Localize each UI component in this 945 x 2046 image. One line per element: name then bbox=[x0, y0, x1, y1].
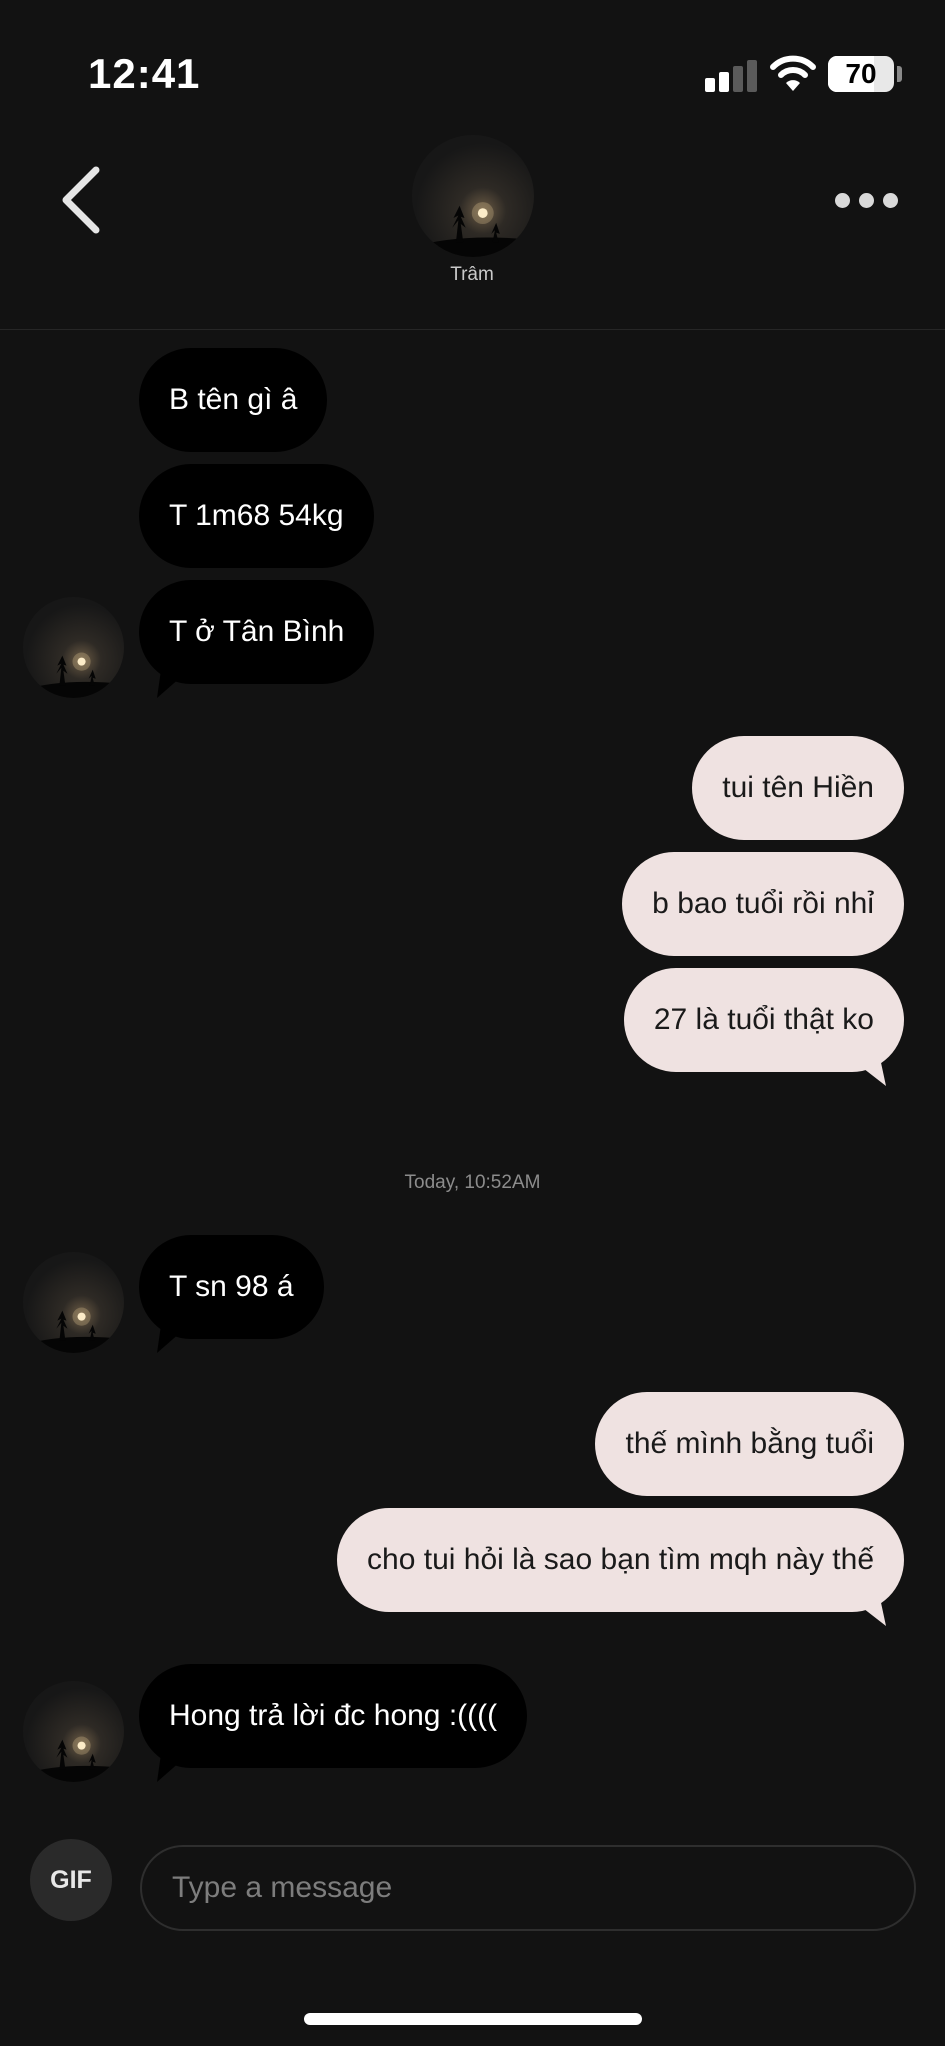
more-dot bbox=[883, 193, 898, 208]
avatar-image bbox=[23, 1252, 124, 1353]
home-indicator[interactable] bbox=[304, 2013, 642, 2025]
bubble-tail bbox=[157, 670, 189, 698]
status-time: 12:41 bbox=[88, 50, 201, 97]
bubble-tail bbox=[850, 1598, 886, 1626]
bubble-tail bbox=[157, 1754, 189, 1782]
bubble-tail bbox=[850, 1058, 886, 1086]
battery-cap bbox=[897, 66, 902, 82]
battery-percent: 70 bbox=[845, 58, 877, 89]
timestamp-divider: Today, 10:52AM bbox=[404, 1172, 541, 1193]
message-bubble-outgoing[interactable]: b bao tuổi rồi nhỉ bbox=[622, 852, 904, 956]
message-bubble-incoming[interactable]: T sn 98 á bbox=[139, 1235, 324, 1339]
wifi-icon bbox=[770, 55, 816, 91]
message-bubble-outgoing[interactable]: 27 là tuổi thật ko bbox=[623, 968, 904, 1072]
message-bubble-incoming[interactable]: B tên gì â bbox=[139, 348, 328, 452]
message-bubble-outgoing[interactable]: cho tui hỏi là sao bạn tìm mqh này thế bbox=[337, 1508, 904, 1612]
avatar-image bbox=[23, 1681, 124, 1782]
chat-header: Trâm bbox=[0, 130, 945, 330]
more-options-button[interactable] bbox=[830, 185, 900, 215]
chevron-left-icon bbox=[62, 166, 100, 234]
contact-avatar-small[interactable] bbox=[23, 1252, 124, 1353]
more-horizontal-icon bbox=[835, 193, 850, 208]
signal-icon bbox=[705, 60, 757, 92]
message-bubble-incoming[interactable]: T ở Tân Bình bbox=[139, 580, 375, 684]
avatar-image bbox=[412, 135, 534, 257]
bubble-tail bbox=[157, 1325, 189, 1353]
message-bubble-incoming[interactable]: T 1m68 54kg bbox=[139, 464, 374, 568]
message-bubble-outgoing[interactable]: thế mình bằng tuổi bbox=[595, 1392, 904, 1496]
battery-icon: 70 bbox=[828, 56, 894, 92]
message-bubble-outgoing[interactable]: tui tên Hiền bbox=[692, 736, 904, 840]
gif-button[interactable]: GIF bbox=[30, 1839, 112, 1921]
message-bubble-incoming[interactable]: Hong trả lời đc hong :(((( bbox=[139, 1664, 528, 1768]
chat-screen: 12:41 70 Trâm B tên gì â T 1m68 54kg T ở… bbox=[0, 0, 945, 2046]
contact-avatar-small[interactable] bbox=[23, 597, 124, 698]
status-bar: 12:41 70 bbox=[0, 0, 945, 130]
contact-avatar[interactable] bbox=[412, 135, 534, 257]
more-dot bbox=[859, 193, 874, 208]
back-button[interactable] bbox=[52, 160, 112, 240]
avatar-image bbox=[23, 597, 124, 698]
message-input[interactable] bbox=[140, 1845, 916, 1931]
contact-name[interactable]: Trâm bbox=[372, 264, 572, 286]
contact-avatar-small[interactable] bbox=[23, 1681, 124, 1782]
